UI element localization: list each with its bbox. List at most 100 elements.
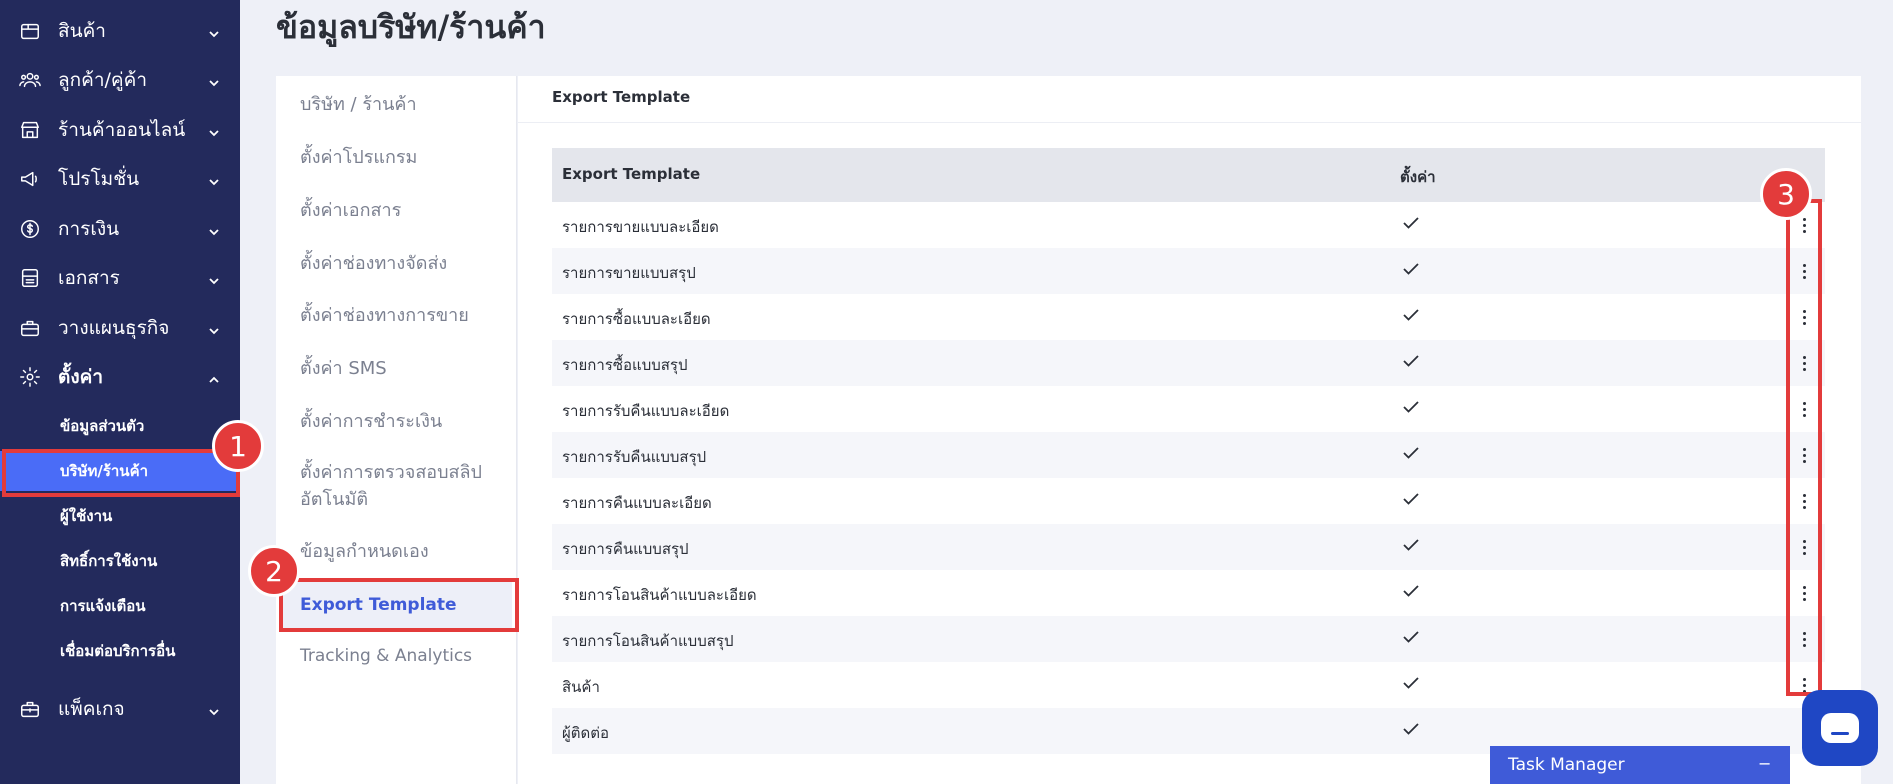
store-icon — [18, 118, 42, 142]
template-name: รายการรับคืนแบบละเอียด — [562, 402, 730, 420]
table-row: รายการโอนสินค้าแบบสรุป — [552, 616, 1825, 662]
users-icon — [18, 68, 42, 92]
package-icon — [18, 697, 42, 721]
table-row: รายการรับคืนแบบสรุป — [552, 432, 1825, 478]
chevron-down-icon — [208, 25, 220, 38]
table-row: รายการโอนสินค้าแบบละเอียด — [552, 570, 1825, 616]
settings-nav-slip-check-line2[interactable]: อัตโนมัติ — [300, 486, 368, 513]
sidebar-item-label: การเงิน — [58, 218, 120, 240]
sidebar-item-documents[interactable]: เอกสาร — [0, 258, 240, 298]
sidebar-item-label: แพ็คเกจ — [58, 698, 125, 720]
sidebar-item-label: สินค้า — [58, 20, 106, 42]
page-title: ข้อมูลบริษัท/ร้านค้า — [276, 8, 546, 46]
sidebar-subitem-label: เชื่อมต่อบริการอื่น — [60, 642, 176, 660]
chevron-down-icon — [208, 124, 220, 137]
template-name: รายการซื้อแบบสรุป — [562, 356, 688, 374]
table-header: Export Template ตั้งค่า — [552, 148, 1825, 202]
check-icon — [1402, 490, 1420, 508]
highlight-row-menus — [1786, 199, 1822, 696]
template-name: รายการคืนแบบละเอียด — [562, 494, 712, 512]
template-name: รายการโอนสินค้าแบบละเอียด — [562, 586, 757, 604]
sidebar-item-business-planning[interactable]: วางแผนธุรกิจ — [0, 308, 240, 348]
check-icon — [1402, 582, 1420, 600]
settings-nav-custom-fields[interactable]: ข้อมูลกำหนดเอง — [300, 538, 429, 565]
template-name: ผู้ติดต่อ — [562, 724, 610, 742]
gear-icon — [18, 365, 42, 389]
document-icon — [18, 266, 42, 290]
annotation-marker-2: 2 — [248, 545, 300, 597]
sidebar-item-settings[interactable]: ตั้งค่า — [0, 357, 240, 397]
briefcase-icon — [18, 316, 42, 340]
settings-nav-company[interactable]: บริษัท / ร้านค้า — [300, 91, 417, 118]
settings-nav-sales-channel[interactable]: ตั้งค่าช่องทางการขาย — [300, 302, 469, 329]
sidebar-item-label: เอกสาร — [58, 267, 120, 289]
table-row: รายการขายแบบสรุป — [552, 248, 1825, 294]
sidebar-item-finance[interactable]: การเงิน — [0, 209, 240, 249]
task-manager-bar[interactable]: Task Manager − — [1490, 746, 1790, 784]
check-icon — [1402, 398, 1420, 416]
highlight-export-template-nav — [279, 578, 519, 632]
sidebar-item-products[interactable]: สินค้า — [0, 11, 240, 51]
settings-nav: บริษัท / ร้านค้า ตั้งค่าโปรแกรม ตั้งค่าเ… — [276, 76, 517, 784]
check-icon — [1402, 628, 1420, 646]
settings-nav-tracking[interactable]: Tracking & Analytics — [300, 643, 472, 670]
chevron-down-icon — [208, 173, 220, 186]
check-icon — [1402, 306, 1420, 324]
template-name: รายการซื้อแบบละเอียด — [562, 310, 711, 328]
card-header: Export Template — [518, 76, 1861, 123]
settings-nav-shipping[interactable]: ตั้งค่าช่องทางจัดส่ง — [300, 250, 447, 277]
sidebar-item-promotion[interactable]: โปรโมชั่น — [0, 159, 240, 199]
template-name: รายการขายแบบสรุป — [562, 264, 696, 282]
check-icon — [1402, 260, 1420, 278]
coin-icon — [18, 217, 42, 241]
sidebar-item-label: ร้านค้าออนไลน์ — [58, 119, 186, 141]
settings-nav-program[interactable]: ตั้งค่าโปรแกรม — [300, 144, 417, 171]
sidebar-item-package[interactable]: แพ็คเกจ — [0, 689, 240, 729]
template-name: รายการขายแบบละเอียด — [562, 218, 719, 236]
sidebar-subitem-permissions[interactable]: สิทธิ์การใช้งาน — [0, 541, 240, 581]
sidebar-item-label: โปรโมชั่น — [58, 168, 140, 190]
check-icon — [1402, 444, 1420, 462]
settings-nav-sms[interactable]: ตั้งค่า SMS — [300, 355, 387, 382]
table-row: รายการคืนแบบละเอียด — [552, 478, 1825, 524]
minimize-icon[interactable]: − — [1758, 754, 1771, 773]
sidebar-subitem-label: ข้อมูลส่วนตัว — [60, 417, 145, 435]
sidebar-subitem-profile[interactable]: ข้อมูลส่วนตัว — [0, 406, 240, 446]
settings-nav-slip-check[interactable]: ตั้งค่าการตรวจสอบสลิป — [300, 459, 482, 486]
settings-nav-documents[interactable]: ตั้งค่าเอกสาร — [300, 197, 401, 224]
table-row: รายการรับคืนแบบละเอียด — [552, 386, 1825, 432]
template-name: รายการรับคืนแบบสรุป — [562, 448, 707, 466]
export-template-card: Export Template Export Template ตั้งค่า … — [518, 76, 1861, 784]
sidebar-subitem-notifications[interactable]: การแจ้งเตือน — [0, 586, 240, 626]
column-header-settings: ตั้งค่า — [1400, 168, 1436, 186]
check-icon — [1402, 352, 1420, 370]
table-row: รายการซื้อแบบละเอียด — [552, 294, 1825, 340]
chevron-up-icon — [208, 371, 220, 383]
column-header-template: Export Template — [562, 165, 701, 183]
check-icon — [1402, 536, 1420, 554]
template-name: รายการโอนสินค้าแบบสรุป — [562, 632, 734, 650]
chat-button[interactable] — [1802, 690, 1878, 766]
chevron-down-icon — [208, 322, 220, 335]
annotation-marker-3: 3 — [1760, 168, 1812, 220]
box-icon — [18, 19, 42, 43]
sidebar-subitem-users[interactable]: ผู้ใช้งาน — [0, 496, 240, 536]
sidebar-item-label: ตั้งค่า — [58, 366, 103, 388]
check-icon — [1402, 214, 1420, 232]
sidebar-subitem-label: ผู้ใช้งาน — [60, 507, 113, 525]
chevron-down-icon — [208, 223, 220, 236]
annotation-marker-1: 1 — [212, 420, 264, 472]
sidebar-item-label: วางแผนธุรกิจ — [58, 317, 170, 339]
sidebar-subitem-label: สิทธิ์การใช้งาน — [60, 552, 158, 570]
card-title: Export Template — [552, 88, 691, 106]
table-row: สินค้า — [552, 662, 1825, 708]
check-icon — [1402, 720, 1420, 738]
chevron-down-icon — [208, 272, 220, 285]
sidebar-item-online-store[interactable]: ร้านค้าออนไลน์ — [0, 110, 240, 150]
highlight-company-menu — [2, 449, 240, 497]
sidebar-subitem-integrations[interactable]: เชื่อมต่อบริการอื่น — [0, 631, 240, 671]
sidebar-item-customers[interactable]: ลูกค้า/คู่ค้า — [0, 60, 240, 100]
settings-nav-payment[interactable]: ตั้งค่าการชำระเงิน — [300, 408, 442, 435]
template-name: สินค้า — [562, 678, 600, 696]
table-row: รายการซื้อแบบสรุป — [552, 340, 1825, 386]
